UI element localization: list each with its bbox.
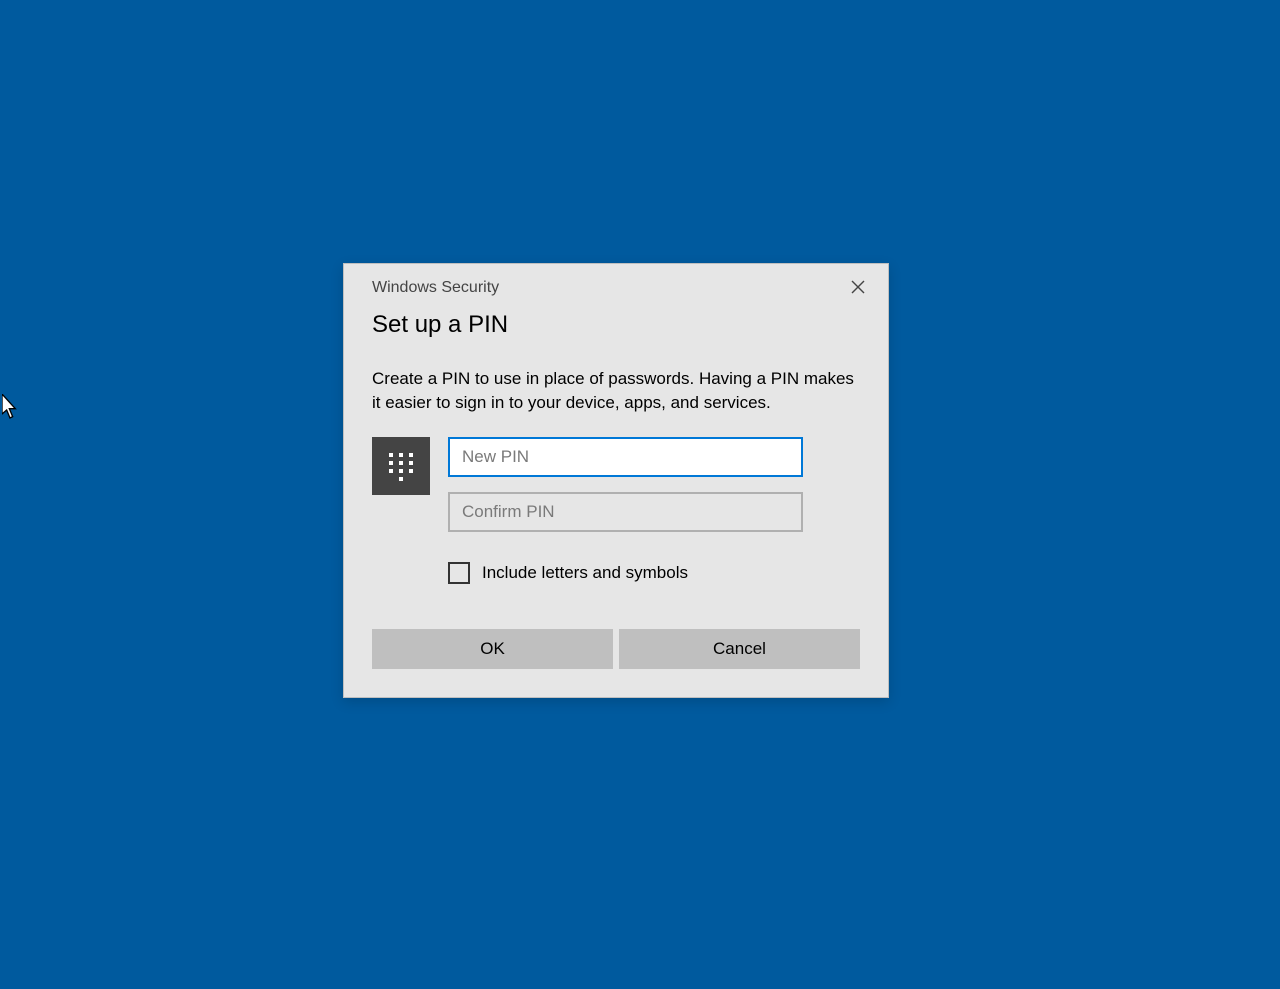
confirm-pin-input[interactable]	[448, 492, 803, 532]
cursor-icon	[2, 394, 18, 414]
keypad-icon	[372, 437, 430, 495]
dialog-buttons: OK Cancel	[344, 584, 888, 697]
new-pin-input[interactable]	[448, 437, 803, 477]
close-button[interactable]	[838, 273, 878, 303]
close-icon	[851, 280, 865, 297]
dialog-header: Windows Security	[344, 264, 888, 303]
pin-section: Include letters and symbols	[344, 415, 888, 584]
pin-fields: Include letters and symbols	[448, 437, 860, 584]
dialog-app-title: Windows Security	[372, 279, 499, 297]
pin-setup-dialog: Windows Security Set up a PIN Create a P…	[343, 263, 889, 698]
include-letters-checkbox-row[interactable]: Include letters and symbols	[448, 562, 860, 584]
cancel-button[interactable]: Cancel	[619, 629, 860, 669]
include-letters-label: Include letters and symbols	[482, 563, 688, 583]
include-letters-checkbox[interactable]	[448, 562, 470, 584]
dialog-title: Set up a PIN	[344, 303, 888, 339]
dialog-description: Create a PIN to use in place of password…	[344, 339, 888, 415]
ok-button[interactable]: OK	[372, 629, 613, 669]
